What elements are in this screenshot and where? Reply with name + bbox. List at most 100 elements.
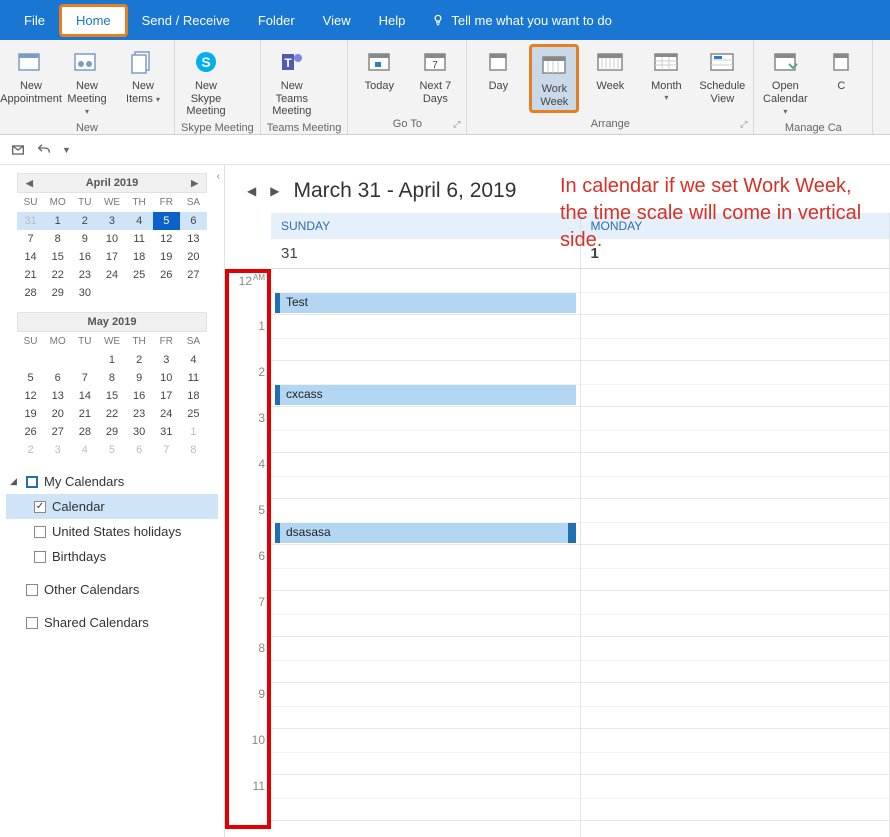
- calendar-day[interactable]: 24: [153, 405, 180, 423]
- dialog-launcher-icon[interactable]: ⤢: [453, 119, 460, 130]
- calendar-day[interactable]: 18: [126, 248, 153, 266]
- calendar-day[interactable]: 2: [126, 351, 153, 369]
- time-slot[interactable]: [581, 499, 890, 545]
- undo-icon[interactable]: [36, 142, 52, 158]
- tell-me-search[interactable]: Tell me what you want to do: [431, 13, 611, 28]
- new-meeting-button[interactable]: NewMeeting ▾: [62, 44, 112, 120]
- tree-other-calendars[interactable]: Other Calendars: [6, 577, 218, 602]
- calendar-event[interactable]: Test: [275, 293, 576, 313]
- calendar-day[interactable]: 16: [126, 387, 153, 405]
- calendar-day[interactable]: 6: [126, 441, 153, 459]
- time-slot[interactable]: [581, 453, 890, 499]
- day-view-button[interactable]: Day: [473, 44, 523, 95]
- tab-help[interactable]: Help: [365, 3, 420, 38]
- work-week-view-button[interactable]: WorkWeek: [529, 44, 579, 113]
- tab-folder[interactable]: Folder: [244, 3, 309, 38]
- calendar-day[interactable]: 9: [71, 230, 98, 248]
- dialog-launcher-icon[interactable]: ⤢: [740, 119, 747, 130]
- tree-birthdays[interactable]: Birthdays: [6, 544, 218, 569]
- calendar-day[interactable]: 7: [71, 369, 98, 387]
- time-slot[interactable]: [271, 407, 580, 453]
- calendar-day[interactable]: 30: [71, 284, 98, 302]
- calendar-day[interactable]: 1: [98, 351, 125, 369]
- calendar-day[interactable]: 19: [17, 405, 44, 423]
- day-column[interactable]: Test cxcass dsasasa: [271, 269, 581, 837]
- time-slot[interactable]: [581, 361, 890, 407]
- calendar-day[interactable]: 14: [17, 248, 44, 266]
- calendar-day[interactable]: 18: [180, 387, 207, 405]
- calendar-day[interactable]: 22: [44, 266, 71, 284]
- calendar-day[interactable]: 30: [126, 423, 153, 441]
- time-slot[interactable]: [271, 591, 580, 637]
- calendar-day[interactable]: 4: [126, 212, 153, 230]
- prev-month-button[interactable]: ◀: [22, 176, 37, 191]
- next7days-button[interactable]: 7Next 7Days: [410, 44, 460, 107]
- calendar-day[interactable]: 27: [44, 423, 71, 441]
- tab-home[interactable]: Home: [59, 4, 128, 37]
- time-slot[interactable]: [271, 729, 580, 775]
- calendar-day[interactable]: 17: [98, 248, 125, 266]
- calendar-day[interactable]: 11: [180, 369, 207, 387]
- calendar-groups-cut-button[interactable]: C: [816, 44, 866, 95]
- tab-view[interactable]: View: [309, 3, 365, 38]
- calendar-day[interactable]: 14: [71, 387, 98, 405]
- customize-qat-icon[interactable]: ▼: [62, 145, 71, 155]
- time-slot[interactable]: [271, 775, 580, 821]
- tab-send-receive[interactable]: Send / Receive: [128, 3, 244, 38]
- calendar-day[interactable]: 20: [44, 405, 71, 423]
- calendar-day[interactable]: 12: [17, 387, 44, 405]
- calendar-day[interactable]: 23: [126, 405, 153, 423]
- tab-file[interactable]: File: [10, 3, 59, 38]
- next-month-button[interactable]: ▶: [187, 176, 202, 191]
- calendar-day[interactable]: 5: [153, 212, 180, 230]
- next-week-button[interactable]: ▶: [270, 184, 279, 198]
- calendar-event[interactable]: dsasasa: [275, 523, 576, 543]
- time-slot[interactable]: [581, 407, 890, 453]
- day-column[interactable]: [581, 269, 890, 837]
- checkbox-icon[interactable]: [26, 617, 38, 629]
- calendar-day[interactable]: 6: [180, 212, 207, 230]
- time-slot[interactable]: [271, 637, 580, 683]
- calendar-day[interactable]: 28: [17, 284, 44, 302]
- tree-my-calendars[interactable]: ◢ My Calendars: [6, 469, 218, 494]
- calendar-day[interactable]: 10: [98, 230, 125, 248]
- calendar-day[interactable]: 29: [98, 423, 125, 441]
- checkbox-icon[interactable]: [34, 501, 46, 513]
- tree-shared-calendars[interactable]: Shared Calendars: [6, 610, 218, 635]
- calendar-day[interactable]: 2: [17, 441, 44, 459]
- calendar-day[interactable]: 8: [98, 369, 125, 387]
- calendar-day[interactable]: 17: [153, 387, 180, 405]
- calendar-day[interactable]: 19: [153, 248, 180, 266]
- time-slot[interactable]: [581, 683, 890, 729]
- new-teams-meeting-button[interactable]: TNew TeamsMeeting: [267, 44, 317, 120]
- new-skype-meeting-button[interactable]: SNew SkypeMeeting: [181, 44, 231, 120]
- calendar-day[interactable]: 15: [98, 387, 125, 405]
- calendar-day[interactable]: 7: [17, 230, 44, 248]
- calendar-day[interactable]: 3: [98, 212, 125, 230]
- time-slot[interactable]: [271, 453, 580, 499]
- time-slot[interactable]: [581, 775, 890, 821]
- calendar-day[interactable]: 21: [71, 405, 98, 423]
- calendar-day[interactable]: 2: [71, 212, 98, 230]
- time-slot[interactable]: [581, 545, 890, 591]
- week-view-button[interactable]: Week: [585, 44, 635, 95]
- time-slot[interactable]: [271, 683, 580, 729]
- calendar-event[interactable]: cxcass: [275, 385, 576, 405]
- prev-week-button[interactable]: ◀: [247, 184, 256, 198]
- time-slot[interactable]: [581, 315, 890, 361]
- tree-us-holidays[interactable]: United States holidays: [6, 519, 218, 544]
- calendar-day[interactable]: 25: [126, 266, 153, 284]
- time-slot[interactable]: [581, 591, 890, 637]
- calendar-day[interactable]: 25: [180, 405, 207, 423]
- calendar-day[interactable]: 23: [71, 266, 98, 284]
- calendar-day[interactable]: 6: [44, 369, 71, 387]
- checkbox-icon[interactable]: [26, 584, 38, 596]
- calendar-day[interactable]: 20: [180, 248, 207, 266]
- tree-calendar[interactable]: Calendar: [6, 494, 218, 519]
- new-items-button[interactable]: NewItems ▾: [118, 44, 168, 107]
- open-calendar-button[interactable]: OpenCalendar ▾: [760, 44, 810, 120]
- schedule-view-button[interactable]: ScheduleView: [697, 44, 747, 107]
- calendar-day[interactable]: 8: [180, 441, 207, 459]
- day-date-sunday[interactable]: 31: [271, 239, 581, 269]
- calendar-day[interactable]: 12: [153, 230, 180, 248]
